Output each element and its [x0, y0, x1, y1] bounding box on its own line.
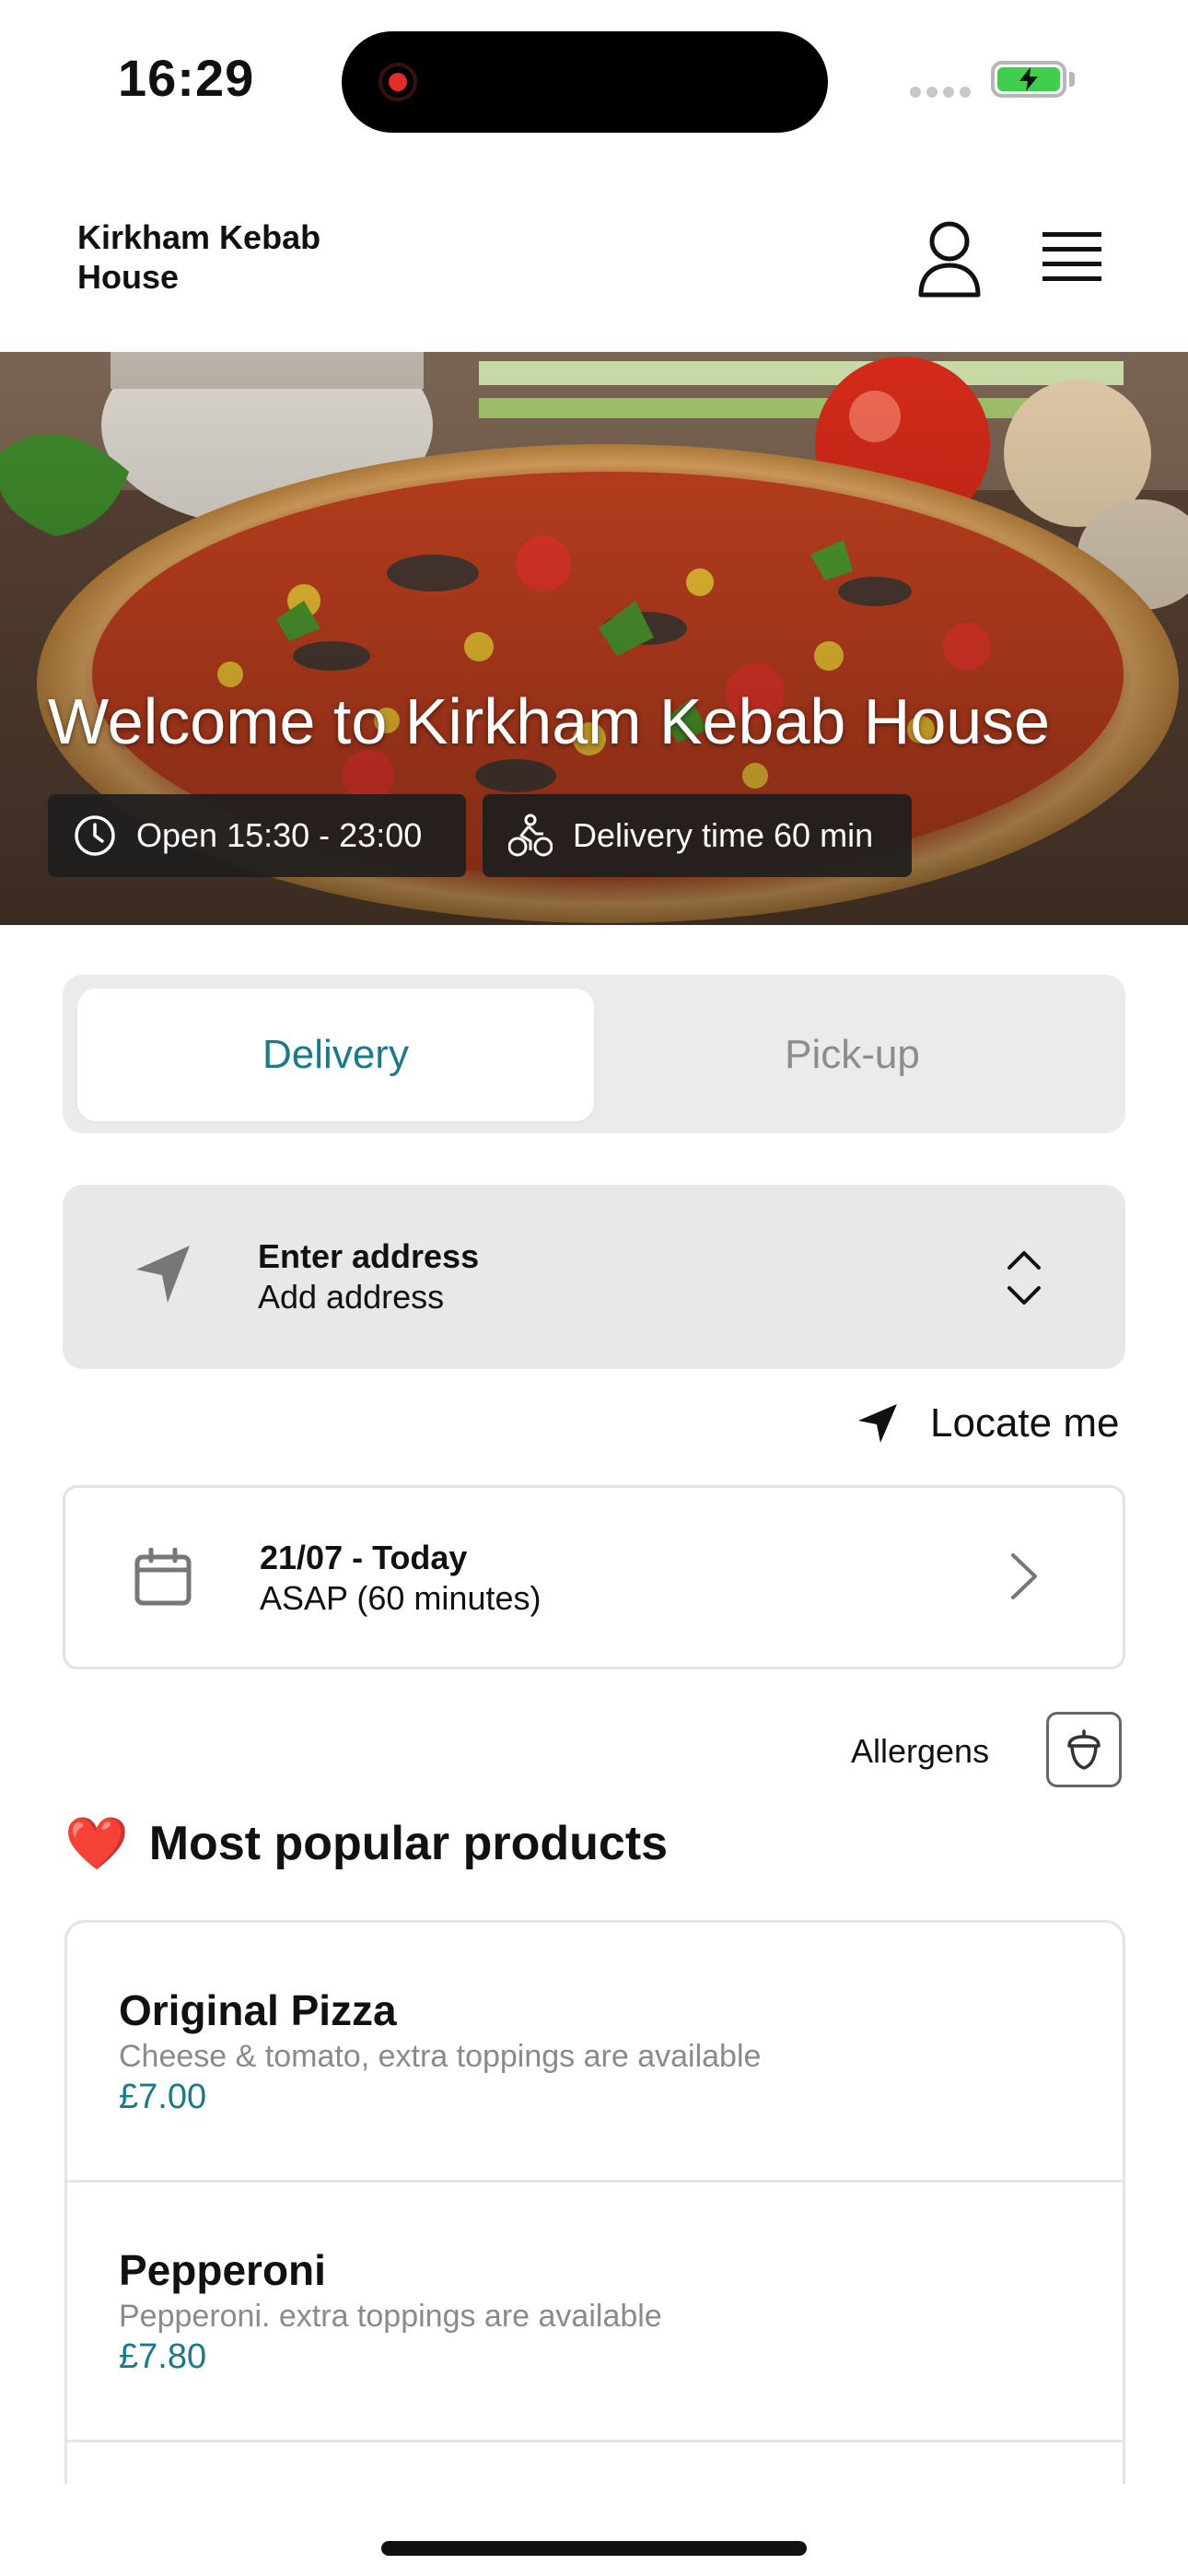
delivery-time-badge: Delivery time 60 min	[483, 794, 912, 877]
delivery-time-selector[interactable]	[63, 1485, 1125, 1669]
recording-indicator-icon	[379, 63, 417, 101]
delivery-date: 21/07 - Today	[260, 1539, 468, 1576]
tab-delivery[interactable]: Delivery	[77, 989, 594, 1121]
account-icon[interactable]	[917, 221, 982, 299]
delivery-time-text: Delivery time 60 min	[573, 816, 874, 854]
battery-cap	[1069, 72, 1075, 87]
status-time: 16:29	[118, 49, 255, 107]
product-price: £7.00	[119, 2078, 207, 2116]
opening-hours-text: Open 15:30 - 23:00	[136, 816, 423, 854]
product-description: Cheese & tomato, extra toppings are avai…	[119, 2039, 762, 2074]
product-price: £7.80	[119, 2337, 207, 2376]
allergens-button[interactable]	[1046, 1712, 1122, 1787]
dynamic-island	[342, 31, 828, 133]
product-name: Pepperoni	[119, 2246, 326, 2294]
address-selector[interactable]	[63, 1185, 1125, 1369]
battery-icon	[991, 61, 1066, 98]
bicycle-courier-icon	[508, 814, 553, 857]
locate-me-button[interactable]: Locate me	[856, 1400, 1119, 1446]
product-card[interactable]: Original Pizza Cheese & tomato, extra to…	[67, 1923, 1123, 2183]
calendar-icon	[134, 1548, 192, 1606]
location-arrow-icon	[858, 1404, 897, 1443]
chevron-up-down-icon	[1007, 1251, 1041, 1305]
product-description: Pepperoni. extra toppings are available	[119, 2299, 662, 2334]
signal-icon	[910, 87, 971, 98]
opening-hours-badge: Open 15:30 - 23:00	[48, 794, 466, 877]
allergens-label: Allergens	[851, 1732, 990, 1770]
product-list: Original Pizza Cheese & tomato, extra to…	[64, 1920, 1125, 2484]
clock-icon	[75, 815, 115, 856]
popular-heading-text: Most popular products	[148, 1817, 669, 1870]
navigation-arrow-icon	[136, 1246, 190, 1303]
tab-pickup[interactable]: Pick-up	[594, 989, 1111, 1121]
address-title: Enter address	[258, 1237, 480, 1275]
product-name: Original Pizza	[119, 1986, 397, 2034]
home-indicator[interactable]	[381, 2541, 807, 2556]
delivery-time-estimate: ASAP (60 minutes)	[260, 1579, 542, 1617]
locate-me-label: Locate me	[930, 1400, 1120, 1446]
product-card[interactable]: Pepperoni Pepperoni. extra toppings are …	[67, 2183, 1123, 2442]
chevron-right-icon	[1011, 1553, 1037, 1599]
address-subtitle: Add address	[258, 1278, 445, 1316]
hero-title: Welcome to Kirkham Kebab House	[48, 685, 1051, 757]
menu-icon[interactable]	[1042, 230, 1101, 284]
restaurant-name[interactable]: Kirkham Kebab House	[77, 217, 381, 297]
acorn-icon	[1067, 1729, 1101, 1770]
popular-products-heading: ❤️ Most popular products	[64, 1813, 668, 1874]
product-card[interactable]	[67, 2442, 1123, 2484]
heart-icon: ❤️	[64, 1814, 129, 1872]
